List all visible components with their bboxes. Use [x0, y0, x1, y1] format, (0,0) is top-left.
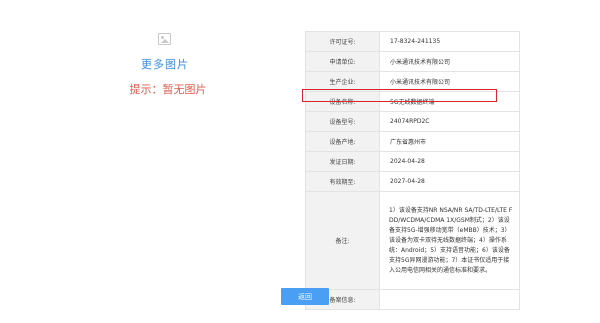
row-label: 设备名称: [305, 91, 380, 112]
table-row: 申请单位: 小米通讯技术有限公司 [305, 51, 520, 72]
table-row: 备案信息: [305, 289, 520, 310]
row-label: 发证日期: [305, 151, 380, 172]
device-name-value: 5G无线数据终端 [379, 91, 520, 112]
table-row: 设备型号: 24074RPD2C [305, 111, 520, 132]
valid-until-value: 2027-04-28 [379, 171, 520, 192]
row-label: 备注: [305, 191, 380, 290]
row-label: 申请单位: [305, 51, 380, 72]
row-label: 许可证号: [305, 31, 380, 52]
no-image-hint: 提示：暂无图片 [129, 83, 207, 96]
row-label: 设备产地: [305, 131, 380, 152]
table-row: 许可证号: 17-8324-241135 [305, 31, 520, 52]
table-row: 生产企业: 小米通讯技术有限公司 [305, 71, 520, 92]
table-row: 设备产地: 广东省惠州市 [305, 131, 520, 152]
filing-info-value [379, 289, 520, 310]
license-number-value: 17-8324-241135 [379, 31, 520, 52]
applicant-value: 小米通讯技术有限公司 [379, 51, 520, 72]
origin-value: 广东省惠州市 [379, 131, 520, 152]
row-label: 设备型号: [305, 111, 380, 132]
table-row: 有效期至: 2027-04-28 [305, 171, 520, 192]
remarks-value: 1）该设备支持NR NSA/NR SA/TD-LTE/LTE FDD/WCDMA… [379, 191, 520, 290]
page: 更多图片 提示：暂无图片 许可证号: 17-8324-241135 申请单位: … [0, 0, 600, 323]
table-row: 设备名称: 5G无线数据终端 [305, 91, 520, 112]
issue-date-value: 2024-04-28 [379, 151, 520, 172]
image-icon-mountain [161, 39, 169, 43]
image-panel: 更多图片 提示：暂无图片 [0, 0, 300, 120]
back-button[interactable]: 返回 [281, 288, 329, 305]
manufacturer-value: 小米通讯技术有限公司 [379, 71, 520, 92]
row-label: 有效期至: [305, 171, 380, 192]
row-label: 生产企业: [305, 71, 380, 92]
more-images-link[interactable]: 更多图片 [137, 56, 193, 72]
license-info-table: 许可证号: 17-8324-241135 申请单位: 小米通讯技术有限公司 生产… [305, 31, 520, 310]
device-model-value: 24074RPD2C [379, 111, 520, 132]
table-row: 发证日期: 2024-04-28 [305, 151, 520, 172]
table-row: 备注: 1）该设备支持NR NSA/NR SA/TD-LTE/LTE FDD/W… [305, 191, 520, 290]
image-placeholder-icon [158, 33, 171, 45]
